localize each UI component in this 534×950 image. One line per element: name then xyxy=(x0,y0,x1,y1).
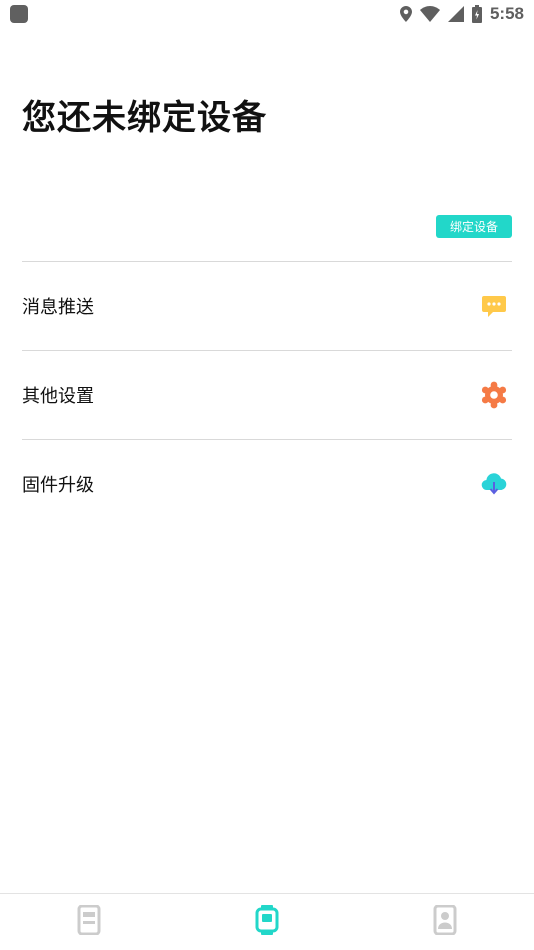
battery-icon xyxy=(471,5,482,23)
status-bar: 5:58 xyxy=(0,0,534,28)
menu-item-label: 固件升级 xyxy=(22,475,94,496)
settings-menu: 消息推送 其他设置 固件升级 xyxy=(22,261,512,528)
nav-tab-device-list[interactable] xyxy=(59,894,119,950)
status-icons: 5:58 xyxy=(399,3,524,25)
wifi-icon xyxy=(419,6,440,22)
signal-icon xyxy=(447,6,464,22)
watch-icon xyxy=(255,904,279,940)
menu-item-other-settings[interactable]: 其他设置 xyxy=(22,351,512,440)
message-bubble-icon xyxy=(480,292,508,320)
menu-item-message-push[interactable]: 消息推送 xyxy=(22,262,512,351)
device-list-icon xyxy=(77,904,101,939)
status-time: 5:58 xyxy=(489,4,524,23)
menu-item-label: 消息推送 xyxy=(22,297,94,318)
settings-gear-icon xyxy=(480,381,508,409)
nav-tab-profile[interactable] xyxy=(415,894,475,950)
page-title: 您还未绑定设备 xyxy=(22,98,267,138)
cloud-download-icon xyxy=(480,470,508,498)
bind-device-button[interactable]: 绑定设备 xyxy=(436,215,512,238)
menu-item-label: 其他设置 xyxy=(22,386,94,407)
nav-tab-watch[interactable] xyxy=(237,894,297,950)
location-icon xyxy=(399,6,412,22)
menu-item-firmware-upgrade[interactable]: 固件升级 xyxy=(22,440,512,528)
profile-icon xyxy=(433,904,457,939)
app-notification-icon xyxy=(10,5,28,23)
bottom-navigation xyxy=(0,893,534,950)
